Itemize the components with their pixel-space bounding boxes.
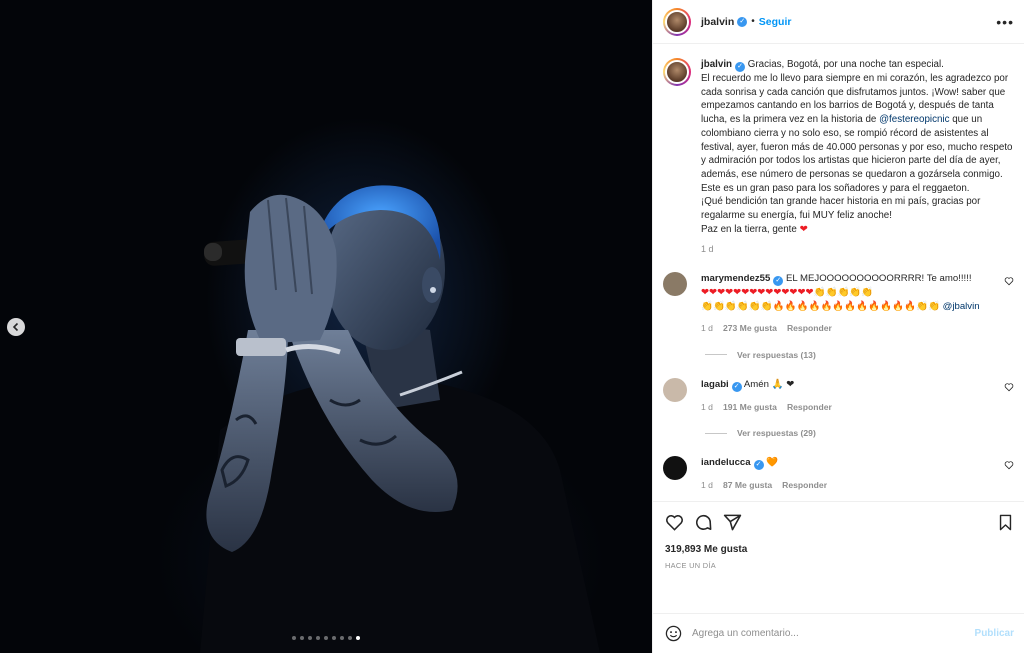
view-replies-label: Ver respuestas (13) xyxy=(737,349,816,360)
avatar[interactable] xyxy=(663,7,691,36)
comment-likes[interactable]: 191 Me gusta xyxy=(723,401,777,415)
comment-likes[interactable]: 273 Me gusta xyxy=(723,322,777,336)
carousel-dot xyxy=(340,636,344,640)
instagram-post-modal: jbalvin ✓ • Seguir ••• jbalvin ✓ Gracias,… xyxy=(0,0,1024,653)
caption-line-5: Paz en la tierra, gente xyxy=(701,223,800,235)
comment-time[interactable]: 1 d xyxy=(701,401,713,415)
chevron-left-icon xyxy=(12,322,19,332)
carousel-prev-button[interactable] xyxy=(7,318,25,336)
carousel-dot xyxy=(324,636,328,640)
caption-text: jbalvin ✓ Gracias, Bogotá, por una noche … xyxy=(701,58,1013,236)
post-actions: 319,893 Me gusta HACE UN DÍA xyxy=(653,501,1024,613)
comment-meta: 1 d 273 Me gusta Responder xyxy=(701,322,991,336)
bookmark-icon[interactable] xyxy=(997,514,1014,531)
caption-line-4: ¡Qué bendición tan grande hacer historia… xyxy=(701,196,981,222)
comment-meta: 1 d 191 Me gusta Responder xyxy=(701,401,991,415)
comment-text: Amén 🙏 ❤ xyxy=(741,378,795,390)
comment-username[interactable]: iandelucca xyxy=(701,457,751,468)
carousel-dot xyxy=(292,636,296,640)
performer-illustration xyxy=(200,185,600,653)
carousel-dots xyxy=(0,636,652,640)
caption-line-1: Gracias, Bogotá, por una noche tan espec… xyxy=(747,59,944,70)
comment-item: marymendez55 ✓ EL MEJOOOOOOOOOORRRR! Te a… xyxy=(663,272,1014,336)
carousel-dot xyxy=(356,636,360,640)
comment-body: lagabi ✓ Amén 🙏 ❤ 1 d 191 Me gusta Respon… xyxy=(701,378,991,415)
verified-badge-icon: ✓ xyxy=(737,16,748,27)
emoji-icon[interactable] xyxy=(665,625,682,642)
view-replies-button[interactable]: Ver respuestas (29) xyxy=(705,428,1014,438)
caption-username[interactable]: jbalvin xyxy=(701,59,732,70)
comment-fires: 🔥🔥🔥🔥🔥🔥🔥🔥🔥🔥🔥🔥 xyxy=(772,300,917,312)
heart-outline-icon[interactable] xyxy=(1004,382,1014,392)
post-header: jbalvin ✓ • Seguir ••• xyxy=(653,0,1024,44)
separator-dot: • xyxy=(751,16,755,27)
comment-likes[interactable]: 87 Me gusta xyxy=(723,479,772,493)
reply-button[interactable]: Responder xyxy=(787,322,832,336)
comment-meta: 1 d 87 Me gusta Responder xyxy=(701,479,991,493)
carousel-dot xyxy=(316,636,320,640)
comment-time[interactable]: 1 d xyxy=(701,322,713,336)
comment-bubble-icon[interactable] xyxy=(694,513,713,532)
caption: jbalvin ✓ Gracias, Bogotá, por una noche … xyxy=(663,58,1014,236)
view-replies-label: Ver respuestas (29) xyxy=(737,428,816,439)
carousel-dot xyxy=(348,636,352,640)
comment-time[interactable]: 1 d xyxy=(701,479,713,493)
verified-badge-icon: ✓ xyxy=(731,381,742,392)
caption-mention-link[interactable]: @festereopicnic xyxy=(879,114,949,125)
heart-outline-icon[interactable] xyxy=(1004,276,1014,286)
comment-item: iandelucca ✓ 🧡 1 d 87 Me gusta Responder xyxy=(663,456,1014,493)
carousel-dot xyxy=(300,636,304,640)
share-send-icon[interactable] xyxy=(723,513,742,532)
comment-text: EL MEJOOOOOOOOOORRRR! Te amo!!!!! xyxy=(783,273,972,285)
carousel-dot xyxy=(332,636,336,640)
comment-claps-2: 👏👏👏👏👏👏 xyxy=(701,300,773,312)
verified-badge-icon: ✓ xyxy=(753,460,764,471)
add-comment-bar: Publicar xyxy=(653,613,1024,653)
post-date[interactable]: HACE UN DÍA xyxy=(665,561,1014,570)
comment-item: lagabi ✓ Amén 🙏 ❤ 1 d 191 Me gusta Respon… xyxy=(663,377,1014,415)
publish-button[interactable]: Publicar xyxy=(975,628,1014,639)
more-options-icon[interactable]: ••• xyxy=(996,14,1014,30)
caption-avatar[interactable] xyxy=(663,58,691,86)
comment-username[interactable]: marymendez55 xyxy=(701,273,770,284)
action-icons xyxy=(665,510,1014,534)
comment-avatar[interactable] xyxy=(663,272,687,297)
comment-claps-3: 👏👏 xyxy=(916,300,943,312)
post-sidebar: jbalvin ✓ • Seguir ••• jbalvin ✓ Gracias,… xyxy=(652,0,1024,653)
verified-badge-icon: ✓ xyxy=(773,276,784,287)
comment-claps: 👏👏👏👏👏 xyxy=(813,287,874,299)
like-heart-icon[interactable] xyxy=(665,513,684,532)
verified-badge-icon: ✓ xyxy=(735,62,746,72)
likes-count[interactable]: 319,893 Me gusta xyxy=(665,544,1014,555)
caption-time[interactable]: 1 d xyxy=(701,244,1014,254)
comment-avatar[interactable] xyxy=(663,456,687,481)
reply-button[interactable]: Responder xyxy=(787,401,832,415)
carousel-dot xyxy=(308,636,312,640)
comment-body: marymendez55 ✓ EL MEJOOOOOOOOOORRRR! Te a… xyxy=(701,272,991,336)
comment-hearts: ❤❤❤❤❤❤❤❤❤❤❤❤❤❤ xyxy=(701,287,814,299)
author-username[interactable]: jbalvin xyxy=(701,16,734,28)
post-photo[interactable] xyxy=(0,0,652,653)
view-replies-button[interactable]: Ver respuestas (13) xyxy=(705,350,1014,360)
comment-username[interactable]: lagabi xyxy=(701,379,729,390)
follow-button[interactable]: Seguir xyxy=(759,16,792,28)
reply-button[interactable]: Responder xyxy=(782,479,827,493)
comment-mention-link[interactable]: @jbalvin xyxy=(943,301,980,312)
comment-avatar[interactable] xyxy=(663,377,687,402)
comment-input[interactable] xyxy=(692,628,975,639)
comment-text: 🧡 xyxy=(763,457,779,469)
heart-emoji: ❤ xyxy=(799,223,808,235)
heart-outline-icon[interactable] xyxy=(1004,460,1014,470)
comment-body: iandelucca ✓ 🧡 1 d 87 Me gusta Responder xyxy=(701,456,991,493)
caption-line-3: Este es un gran paso para los soñadores … xyxy=(701,182,970,194)
comments-scroll-area[interactable]: jbalvin ✓ Gracias, Bogotá, por una noche … xyxy=(653,44,1024,501)
